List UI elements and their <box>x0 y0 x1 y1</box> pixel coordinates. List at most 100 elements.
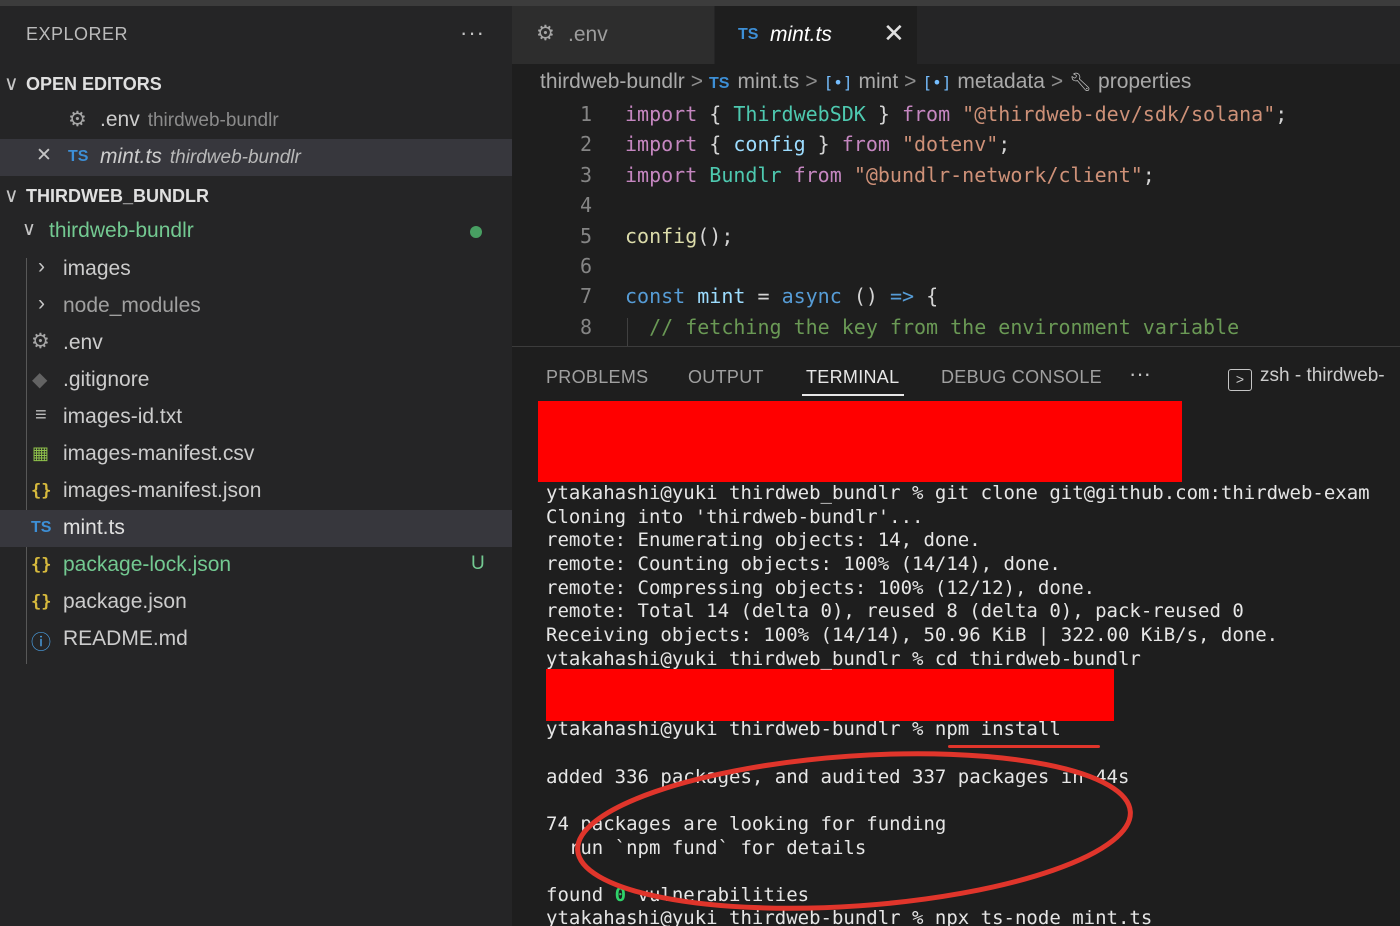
terminal-icon: > <box>1228 369 1252 391</box>
workspace-section[interactable]: ∨ THIRDWEB_BUNDLR <box>0 179 512 213</box>
tree-item-gitignore[interactable]: ◆ .gitignore <box>0 362 512 399</box>
breadcrumb-folder[interactable]: thirdweb-bundlr <box>540 70 685 94</box>
tree-item-mint-ts[interactable]: TS mint.ts <box>0 510 512 547</box>
code-token: () <box>841 284 890 309</box>
close-icon[interactable]: ✕ <box>36 144 52 167</box>
open-editors-section[interactable]: ∨ OPEN EDITORS <box>0 67 512 101</box>
breadcrumb-file[interactable]: mint.ts <box>737 70 799 94</box>
tree-item-images-manifest-json[interactable]: {} images-manifest.json <box>0 473 512 510</box>
code-token: } <box>865 102 902 126</box>
open-editor-mint-ts[interactable]: ✕ TS mint.ts thirdweb-bundlr <box>0 139 512 176</box>
code-token: mint <box>697 284 746 309</box>
json-braces-icon: {} <box>31 555 52 575</box>
folder-thirdweb-bundlr[interactable]: ∨ thirdweb-bundlr <box>0 213 512 250</box>
tree-item-label: images-id.txt <box>63 405 183 428</box>
json-braces-icon: {} <box>31 592 52 612</box>
editor-tab-bar: ⚙ .env TS mint.ts ✕ <box>512 6 1400 64</box>
open-editor-env[interactable]: ⚙ .env thirdweb-bundlr <box>0 102 512 139</box>
tab-output[interactable]: OUTPUT <box>688 367 764 388</box>
code-editor[interactable]: 1 import { ThirdwebSDK } from "@thirdweb-… <box>512 100 1400 344</box>
code-token: } <box>805 132 842 157</box>
tree-item-images-manifest-csv[interactable]: ▦ images-manifest.csv <box>0 436 512 473</box>
gear-icon: ⚙ <box>536 22 555 45</box>
code-token: ; <box>1142 162 1155 187</box>
variable-symbol-icon: [•] <box>922 73 952 92</box>
tab-terminal[interactable]: TERMINAL <box>806 367 899 388</box>
line-number: 5 <box>579 223 592 248</box>
chevron-down-icon: ∨ <box>22 219 36 240</box>
info-icon: ⓘ <box>31 632 51 654</box>
tab-env[interactable]: ⚙ .env <box>512 6 714 64</box>
untracked-badge: U <box>471 553 485 574</box>
tree-item-label: images-manifest.csv <box>63 442 255 465</box>
tab-problems[interactable]: PROBLEMS <box>546 367 648 388</box>
tree-item-readme[interactable]: ⓘ README.md <box>0 621 512 658</box>
terminal-selector[interactable]: > zsh - thirdweb- <box>1228 365 1385 391</box>
tree-item-env[interactable]: ⚙ .env <box>0 325 512 362</box>
tree-item-label: images-manifest.json <box>63 479 262 502</box>
typescript-icon: TS <box>31 519 52 536</box>
file-folder-desc: thirdweb-bundlr <box>147 110 279 131</box>
more-actions-icon[interactable]: ··· <box>1129 361 1151 387</box>
wrench-icon: 🔧︎ <box>1069 72 1093 92</box>
chevron-right-icon: › <box>38 292 45 315</box>
code-text: import { config } from "dotenv"; <box>625 132 1010 156</box>
more-actions-icon[interactable]: ··· <box>460 20 485 46</box>
folder-name: thirdweb-bundlr <box>49 219 194 242</box>
code-line[interactable]: 2 import { config } from "dotenv"; <box>512 132 1400 162</box>
line-number: 1 <box>579 102 592 126</box>
file-name: .env <box>100 108 140 131</box>
tab-mint-ts[interactable]: TS mint.ts ✕ <box>715 6 917 64</box>
code-text: // fetching the key from the environment… <box>625 315 1239 339</box>
close-icon[interactable]: ✕ <box>883 18 905 49</box>
tree-item-images[interactable]: › images <box>0 251 512 288</box>
line-number: 3 <box>579 162 592 187</box>
code-text: import Bundlr from "@bundlr-network/clie… <box>625 163 1155 187</box>
line-number: 4 <box>579 193 592 218</box>
code-line[interactable]: 7 const mint = async () => { <box>512 284 1400 314</box>
section-label: OPEN EDITORS <box>26 74 162 94</box>
line-number: 6 <box>579 254 592 278</box>
breadcrumb: thirdweb-bundlr > TS mint.ts > [•] mint > [•] met… <box>540 70 1191 98</box>
code-token: (); <box>697 223 734 248</box>
code-token: from <box>841 132 890 157</box>
tab-debug-console[interactable]: DEBUG CONSOLE <box>941 367 1102 388</box>
tree-item-node-modules[interactable]: › node_modules <box>0 288 512 325</box>
tree-item-label: .gitignore <box>63 368 150 391</box>
tree-item-package-lock-json[interactable]: {} package-lock.json U <box>0 547 512 584</box>
git-icon: ◆ <box>32 369 48 391</box>
code-token: ThirdwebSDK <box>733 102 866 126</box>
code-line[interactable]: 8 // fetching the key from the environme… <box>512 315 1400 344</box>
code-line[interactable]: 6 <box>512 254 1400 284</box>
tree-item-label: .env <box>63 331 103 354</box>
code-token: async <box>781 284 842 309</box>
code-line[interactable]: 4 <box>512 193 1400 223</box>
tree-item-label: mint.ts <box>63 516 125 539</box>
gear-icon: ⚙ <box>31 330 50 353</box>
code-line[interactable]: 1 import { ThirdwebSDK } from "@thirdweb-… <box>512 102 1400 132</box>
code-token: ; <box>1275 102 1288 126</box>
code-line[interactable]: 5 config(); <box>512 224 1400 254</box>
active-tab-indicator <box>802 394 904 396</box>
tree-item-package-json[interactable]: {} package.json <box>0 584 512 621</box>
breadcrumb-symbol-mint[interactable]: mint <box>858 70 898 94</box>
chevron-right-icon: > <box>690 70 704 93</box>
code-token: from <box>901 102 951 126</box>
code-token: { <box>914 284 939 309</box>
line-number: 7 <box>579 284 592 309</box>
typescript-icon: TS <box>738 26 759 43</box>
code-token: const <box>625 284 686 309</box>
code-token: = <box>745 284 782 309</box>
breadcrumb-symbol-metadata[interactable]: metadata <box>957 70 1045 94</box>
tree-item-images-id-txt[interactable]: ≡ images-id.txt <box>0 399 512 436</box>
terminal-output[interactable]: ytakahashi@yuki thirdweb_bundlr % git cl… <box>512 347 1400 926</box>
code-line[interactable]: 3 import Bundlr from "@bundlr-network/cli… <box>512 163 1400 193</box>
modified-dot-icon <box>470 226 482 238</box>
breadcrumb-symbol-properties[interactable]: properties <box>1098 70 1191 94</box>
